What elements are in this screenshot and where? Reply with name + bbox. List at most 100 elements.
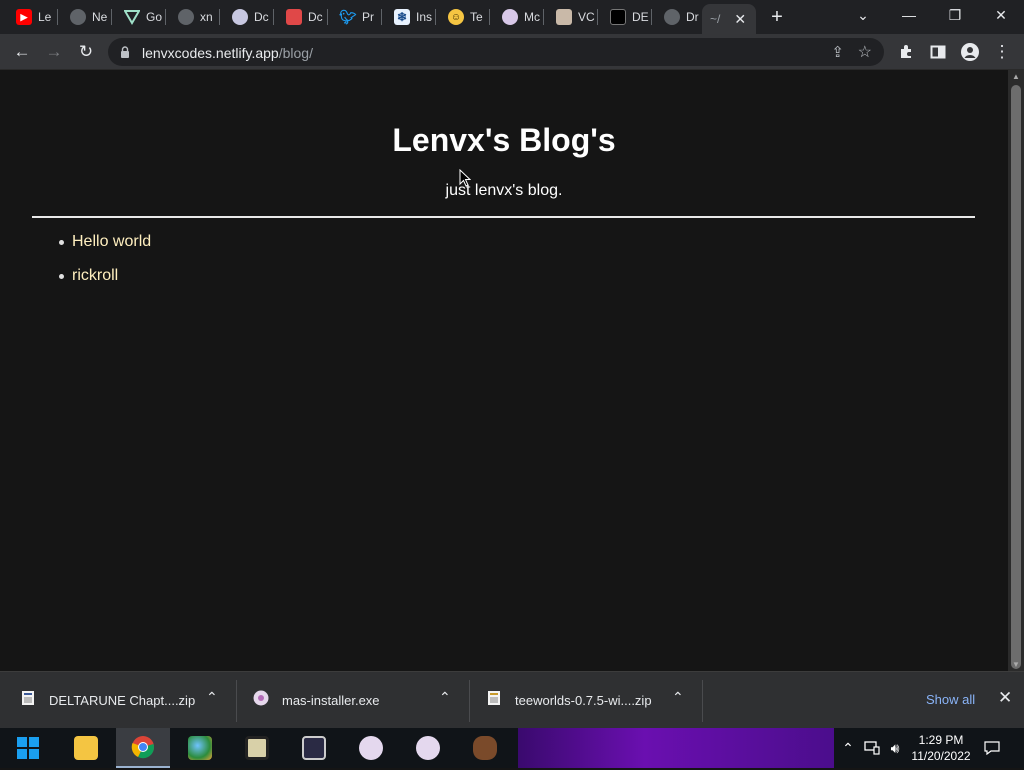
list-item: rickroll	[56, 266, 151, 300]
coffee-icon	[473, 736, 497, 760]
list-item: Hello world	[56, 232, 151, 266]
address-bar[interactable]: lenvxcodes.netlify.app/blog/ ⇪ ☆	[108, 38, 884, 66]
scroll-down-icon[interactable]: ▼	[1011, 660, 1021, 670]
extensions-puzzle-icon[interactable]	[894, 40, 918, 64]
cube-icon	[556, 9, 572, 25]
scroll-up-icon[interactable]: ▲	[1011, 72, 1021, 82]
taskbar-app-1[interactable]	[230, 728, 284, 768]
tab-de[interactable]: DE	[600, 6, 652, 28]
windows-logo-icon	[17, 737, 39, 759]
chevron-up-icon[interactable]: ⌃	[672, 689, 684, 706]
page-subtitle: just lenvx's blog.	[445, 182, 563, 199]
download-item[interactable]: DELTARUNE Chapt....zip ⌃	[0, 672, 236, 729]
tab-strip: ▶ Le Ne Go xn Dc Dc 🐦︎ Pr ❄ Ins ☺ Te Mc …	[0, 0, 1024, 34]
app-icon	[286, 9, 302, 25]
zip-icon	[22, 691, 34, 705]
restore-button[interactable]: ❐	[941, 4, 969, 26]
tab-vc[interactable]: VC	[546, 6, 598, 28]
page-viewport: Lenvx's Blog's just lenvx's blog. Hello …	[0, 70, 1008, 671]
windows-taskbar: ⌃ 🔊︎ 1:29 PM 11/20/2022	[0, 728, 1024, 768]
notification-icon[interactable]	[982, 728, 1002, 768]
app-icon	[245, 736, 269, 760]
avatar-icon	[359, 736, 383, 760]
installer-icon	[253, 690, 269, 706]
tab-twitter[interactable]: 🐦︎ Pr	[330, 6, 382, 28]
download-shelf: DELTARUNE Chapt....zip ⌃ mas-installer.e…	[0, 671, 1024, 728]
tab-chrome[interactable]: Ne	[60, 6, 112, 28]
post-link-hello-world[interactable]: Hello world	[72, 233, 151, 250]
tab-dc-1[interactable]: Dc	[222, 6, 274, 28]
volume-icon[interactable]: 🔊︎	[884, 728, 906, 768]
close-tab-icon[interactable]: ✕	[734, 11, 746, 28]
post-link-rickroll[interactable]: rickroll	[72, 267, 118, 284]
share-icon[interactable]: ⇪	[831, 43, 844, 61]
horizontal-rule	[32, 216, 975, 218]
minimize-button[interactable]: —	[895, 4, 923, 26]
chevron-up-icon[interactable]: ⌃	[206, 689, 218, 706]
avatar-icon	[232, 9, 248, 25]
youtube-icon: ▶	[16, 9, 32, 25]
close-window-button[interactable]: ✕	[987, 4, 1015, 26]
system-clock[interactable]: 1:29 PM 11/20/2022	[908, 732, 974, 764]
tab-dr[interactable]: Dr	[654, 6, 702, 28]
back-button[interactable]: ←	[10, 40, 34, 64]
chrome-icon	[70, 9, 86, 25]
tab-xn[interactable]: xn	[168, 6, 220, 28]
tab-go[interactable]: Go	[114, 6, 166, 28]
mouse-cursor-icon	[459, 169, 471, 187]
game-icon	[610, 9, 626, 25]
page-scrollbar[interactable]: ▲ ▼	[1008, 70, 1024, 671]
app-icon	[302, 736, 326, 760]
clock-time: 1:29 PM	[918, 733, 964, 747]
tab-active-blog[interactable]: ~/ ✕	[702, 4, 756, 34]
close-shelf-icon[interactable]: ✕	[998, 688, 1012, 708]
download-item[interactable]: teeworlds-0.7.5-wi....zip ⌃	[470, 672, 702, 729]
profile-icon[interactable]	[958, 40, 982, 64]
chevron-up-icon[interactable]: ⌃	[439, 689, 451, 706]
tab-ins[interactable]: ❄ Ins	[384, 6, 436, 28]
snowflake-icon: ❄	[394, 9, 410, 25]
avatar-icon	[416, 736, 440, 760]
lock-icon	[121, 46, 129, 58]
avatar-icon	[502, 9, 518, 25]
tab-search-chevron-icon[interactable]: ⌄	[849, 4, 877, 26]
scrollbar-thumb[interactable]	[1011, 85, 1021, 669]
forward-button[interactable]: →	[42, 40, 66, 64]
taskbar-wallpaper-area	[518, 728, 834, 768]
reload-button[interactable]: ↻	[74, 40, 98, 64]
file-explorer-icon	[74, 736, 98, 760]
tab-dc-2[interactable]: Dc	[276, 6, 328, 28]
clock-date: 11/20/2022	[911, 749, 971, 763]
globe-icon	[178, 9, 194, 25]
tab-te[interactable]: ☺ Te	[438, 6, 490, 28]
show-all-downloads-link[interactable]: Show all	[926, 692, 975, 707]
download-item[interactable]: mas-installer.exe ⌃	[237, 672, 469, 729]
start-button[interactable]	[0, 728, 56, 768]
browser-toolbar: ← → ↻ lenvxcodes.netlify.app/blog/ ⇪ ☆ ⋮	[0, 34, 1024, 70]
network-icon[interactable]	[862, 728, 882, 768]
globe-icon	[664, 9, 680, 25]
url-text: lenvxcodes.netlify.app/blog/	[142, 45, 313, 61]
emoji-icon: ☺	[448, 9, 464, 25]
paint-icon	[188, 736, 212, 760]
twitter-icon: 🐦︎	[339, 8, 357, 25]
taskbar-app-5[interactable]	[458, 728, 512, 768]
zip-icon	[488, 691, 500, 705]
taskbar-file-explorer[interactable]	[59, 728, 113, 768]
tab-mc[interactable]: Mc	[492, 6, 544, 28]
tray-chevron-up-icon[interactable]: ⌃	[838, 728, 858, 768]
menu-kebab-icon[interactable]: ⋮	[990, 40, 1014, 64]
page-title: Lenvx's Blog's	[392, 122, 616, 158]
side-panel-icon[interactable]	[926, 40, 950, 64]
post-list: Hello world rickroll	[56, 232, 151, 300]
tab-youtube[interactable]: ▶ Le	[6, 6, 58, 28]
new-tab-button[interactable]: +	[767, 6, 787, 28]
taskbar-app-3[interactable]	[344, 728, 398, 768]
taskbar-paint[interactable]	[173, 728, 227, 768]
taskbar-chrome[interactable]	[116, 728, 170, 768]
taskbar-app-4[interactable]	[401, 728, 455, 768]
taskbar-app-2[interactable]	[287, 728, 341, 768]
vuejs-icon	[124, 9, 140, 25]
bookmark-star-icon[interactable]: ☆	[858, 42, 872, 62]
chrome-icon	[131, 736, 154, 759]
